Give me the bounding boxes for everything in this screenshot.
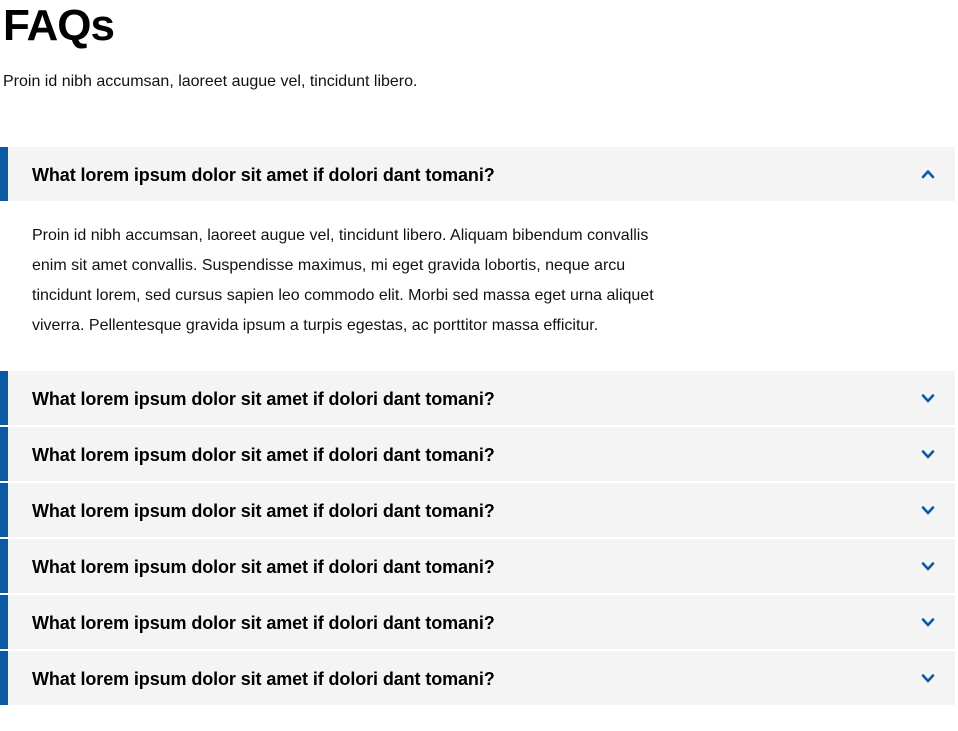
chevron-down-icon: [921, 503, 935, 517]
faq-question: What lorem ipsum dolor sit amet if dolor…: [32, 613, 495, 633]
faq-toggle-4[interactable]: What lorem ipsum dolor sit amet if dolor…: [0, 483, 955, 537]
chevron-down-icon: [921, 559, 935, 573]
faq-item: What lorem ipsum dolor sit amet if dolor…: [0, 427, 955, 481]
faq-toggle-6[interactable]: What lorem ipsum dolor sit amet if dolor…: [0, 595, 955, 649]
faq-item: What lorem ipsum dolor sit amet if dolor…: [0, 147, 955, 371]
faq-item: What lorem ipsum dolor sit amet if dolor…: [0, 371, 955, 425]
faq-toggle-1[interactable]: What lorem ipsum dolor sit amet if dolor…: [0, 147, 955, 201]
faq-accordion: What lorem ipsum dolor sit amet if dolor…: [0, 147, 955, 707]
faq-toggle-3[interactable]: What lorem ipsum dolor sit amet if dolor…: [0, 427, 955, 481]
faq-answer: Proin id nibh accumsan, laoreet augue ve…: [32, 227, 654, 334]
chevron-down-icon: [921, 671, 935, 685]
faq-item: What lorem ipsum dolor sit amet if dolor…: [0, 651, 955, 705]
faq-question: What lorem ipsum dolor sit amet if dolor…: [32, 165, 495, 185]
faq-question: What lorem ipsum dolor sit amet if dolor…: [32, 501, 495, 521]
faq-item: What lorem ipsum dolor sit amet if dolor…: [0, 595, 955, 649]
faq-toggle-2[interactable]: What lorem ipsum dolor sit amet if dolor…: [0, 371, 955, 425]
faq-page: FAQs Proin id nibh accumsan, laoreet aug…: [3, 0, 958, 92]
intro-text: Proin id nibh accumsan, laoreet augue ve…: [3, 73, 418, 90]
chevron-down-icon: [921, 391, 935, 405]
faq-toggle-5[interactable]: What lorem ipsum dolor sit amet if dolor…: [0, 539, 955, 593]
faq-toggle-7[interactable]: What lorem ipsum dolor sit amet if dolor…: [0, 651, 955, 705]
faq-item: What lorem ipsum dolor sit amet if dolor…: [0, 483, 955, 537]
faq-question: What lorem ipsum dolor sit amet if dolor…: [32, 389, 495, 409]
page-title: FAQs: [3, 1, 115, 50]
chevron-down-icon: [921, 615, 935, 629]
faq-question: What lorem ipsum dolor sit amet if dolor…: [32, 445, 495, 465]
chevron-up-icon: [921, 167, 935, 181]
chevron-down-icon: [921, 447, 935, 461]
faq-item: What lorem ipsum dolor sit amet if dolor…: [0, 539, 955, 593]
faq-question: What lorem ipsum dolor sit amet if dolor…: [32, 557, 495, 577]
faq-question: What lorem ipsum dolor sit amet if dolor…: [32, 669, 495, 689]
